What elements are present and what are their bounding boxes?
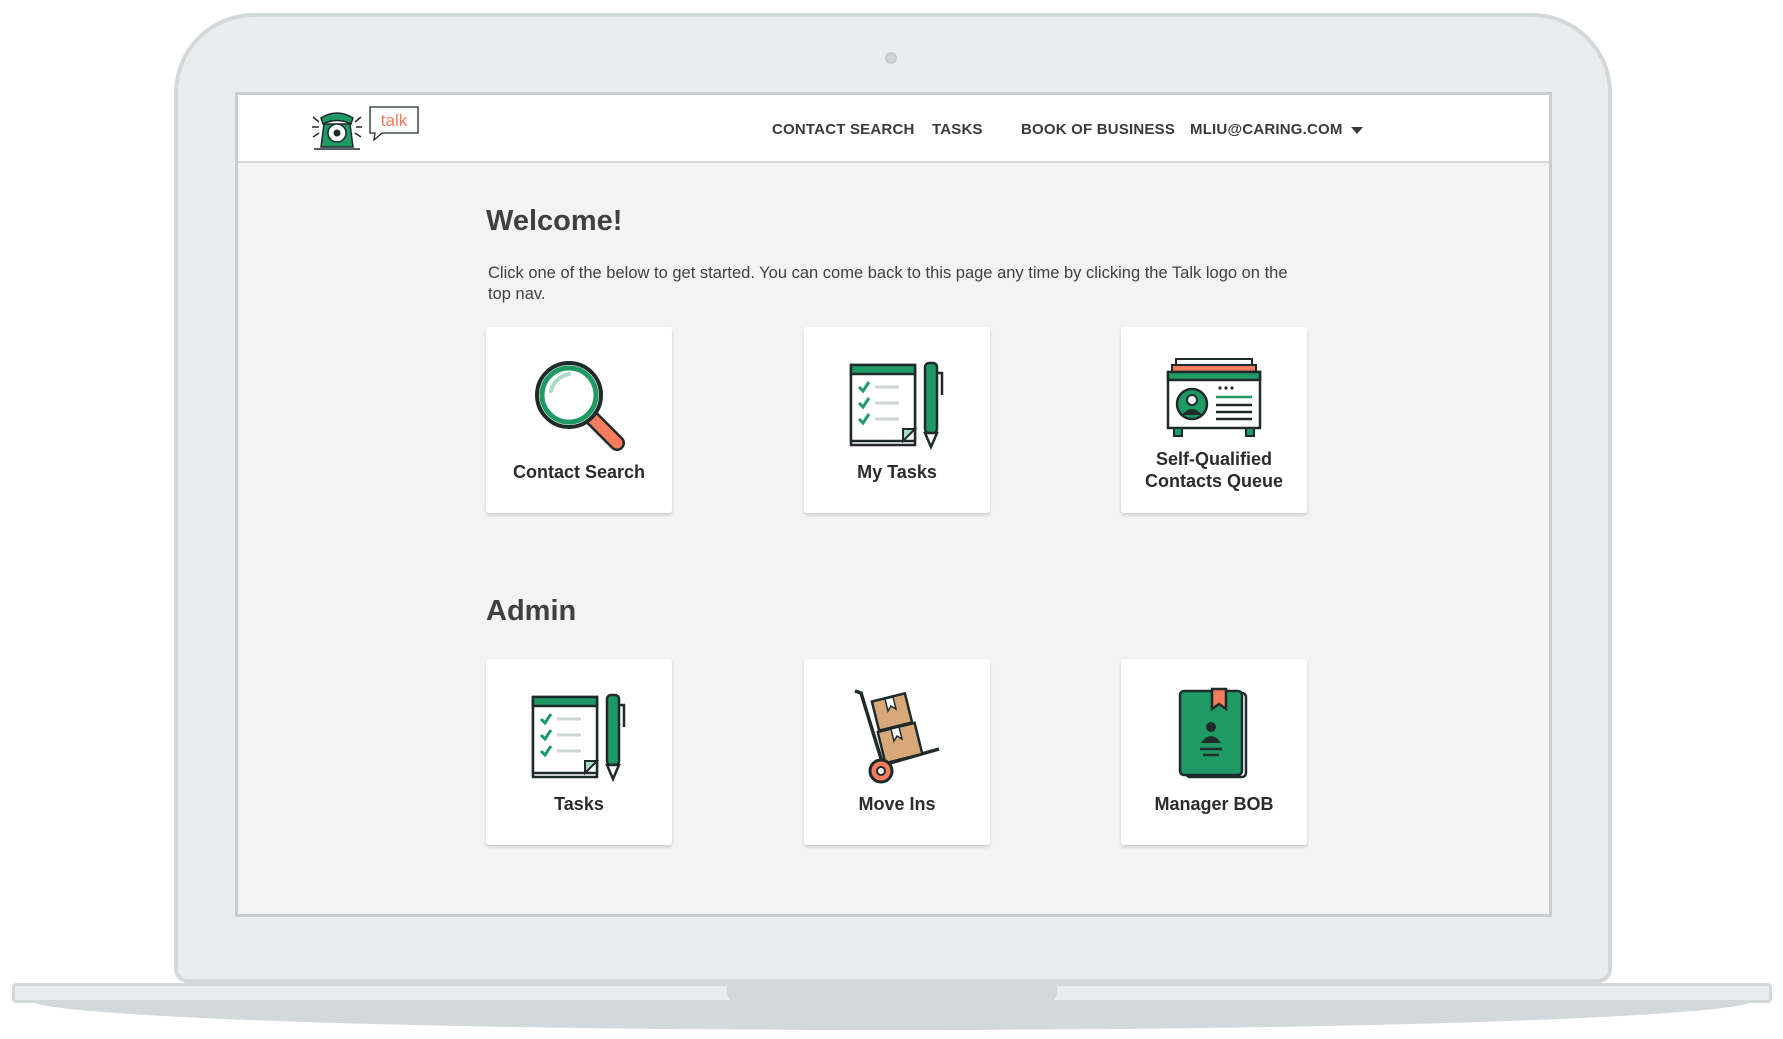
welcome-intro: Click one of the below to get started. Y…: [488, 264, 1288, 303]
my-tasks-card[interactable]: My Tasks: [804, 327, 990, 513]
welcome-title: Welcome!: [486, 205, 623, 237]
magnifying-glass-icon: [535, 361, 625, 451]
laptop-notch: [727, 986, 1057, 1004]
contact-card-icon: [1166, 358, 1262, 437]
app-screen: talk CONTACT SEARCH TASKS BOOK OF BUSINE…: [235, 92, 1552, 917]
my-tasks-label: My Tasks: [857, 462, 937, 482]
nav-user-menu[interactable]: MLIU@CARING.COM: [1190, 121, 1363, 138]
laptop-camera: [885, 52, 897, 64]
address-book-icon: [1178, 687, 1248, 779]
user-email: MLIU@CARING.COM: [1190, 121, 1343, 138]
manager-bob-card[interactable]: Manager BOB: [1121, 659, 1307, 845]
move-ins-card[interactable]: Move Ins: [804, 659, 990, 845]
hand-truck-icon: [854, 689, 940, 784]
nav-tasks[interactable]: TASKS: [932, 121, 983, 138]
self-qualified-label: Self-Qualified Contacts Queue: [1144, 449, 1284, 491]
talk-logo[interactable]: talk: [310, 105, 422, 155]
laptop-base-shadow: [30, 1000, 1754, 1030]
contact-search-label: Contact Search: [512, 462, 646, 482]
top-nav: talk CONTACT SEARCH TASKS BOOK OF BUSINE…: [238, 95, 1549, 163]
admin-tasks-label: Tasks: [554, 794, 604, 814]
svg-text:talk: talk: [381, 111, 408, 130]
speech-bubble-icon: talk: [369, 106, 419, 142]
telephone-icon: [312, 112, 362, 150]
move-ins-label: Move Ins: [858, 794, 936, 814]
admin-tasks-card[interactable]: Tasks: [486, 659, 672, 845]
admin-title: Admin: [486, 595, 577, 627]
checklist-icon: [849, 361, 944, 451]
manager-bob-label: Manager BOB: [1154, 794, 1274, 814]
self-qualified-card[interactable]: Self-Qualified Contacts Queue: [1121, 327, 1307, 513]
nav-contact-search[interactable]: CONTACT SEARCH: [772, 121, 915, 138]
checklist-icon: [531, 693, 626, 783]
caret-down-icon: [1350, 126, 1363, 134]
contact-search-card[interactable]: Contact Search: [486, 327, 672, 513]
nav-book-of-business[interactable]: BOOK OF BUSINESS: [1021, 121, 1175, 138]
